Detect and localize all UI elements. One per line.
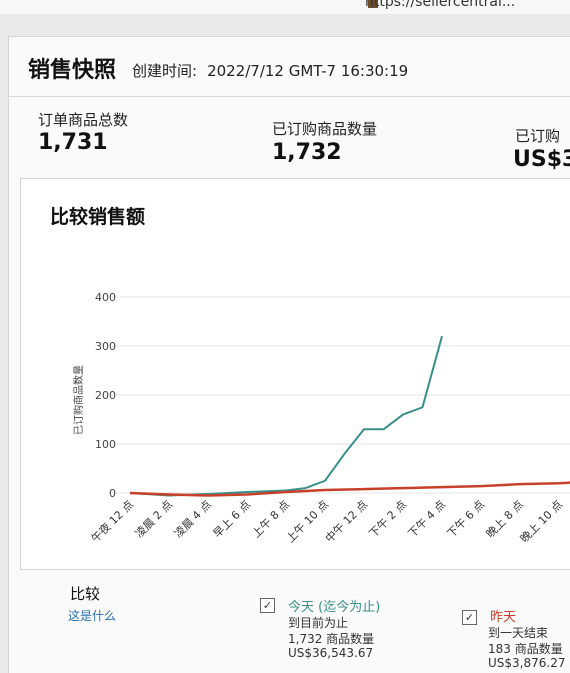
today-legend-title: 今天 (迄今为止) [288,600,381,615]
yesterday-sub1: 到一天结束 [488,626,549,640]
today-sub1: 到目前为止 [288,616,349,630]
today-checkbox[interactable]: ✓ [260,598,275,613]
x-tick-label: 中午 12 点 [323,498,370,545]
x-tick-label: 下午 2 点 [367,498,409,540]
x-tick-label: 凌晨 2 点 [132,497,175,540]
y-tick-label: 100 [95,438,116,451]
today-units: 1,732 商品数量 [288,632,375,646]
screen: https://sellercentral... 销售快照 创建时间: 2022/… [0,0,570,673]
yesterday-legend-title: 昨天 [490,610,517,625]
yesterday-sales: US$3,876.27 [488,656,566,670]
x-tick-label: 下午 6 点 [445,498,487,540]
x-tick-label: 晚上 10 点 [518,498,565,545]
y-tick-label: 400 [95,291,116,304]
x-tick-label: 凌晨 4 点 [171,497,214,540]
sales-chart: 0 100 200 300 400 已订购商品数量午夜 12 点凌晨 2 点凌晨 4 点早… [72,291,570,545]
yesterday-units: 183 商品数量 [488,642,563,656]
yesterday-checkbox[interactable]: ✓ [462,610,477,625]
series-line-today [129,335,443,497]
compare-title: 比较 [70,585,101,603]
whats-this-link[interactable]: 这是什么 [68,607,116,624]
y-tick-label: 0 [109,487,116,500]
y-tick-label: 300 [95,340,116,353]
today-sales: US$36,543.67 [288,646,374,660]
y-axis-label: 已订购商品数量 [72,365,85,435]
x-tick-label: 午夜 12 点 [88,497,136,545]
y-tick-label: 200 [95,389,116,402]
x-tick-label: 下午 4 点 [406,498,448,540]
x-tick-label: 早上 6 点 [211,498,253,540]
